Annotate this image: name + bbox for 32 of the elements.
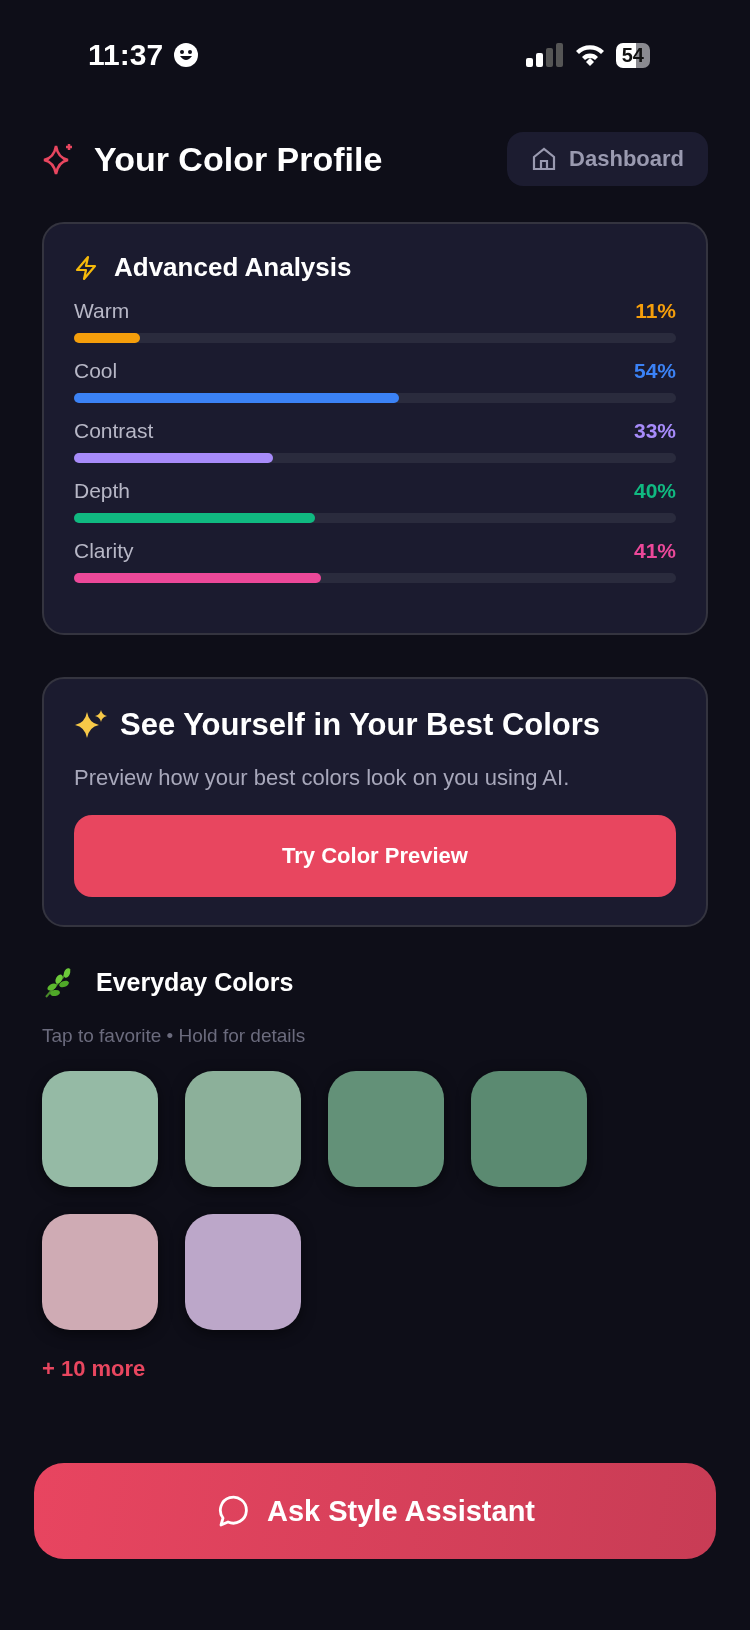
ask-assistant-button[interactable]: Ask Style Assistant: [34, 1463, 716, 1559]
section-hint: Tap to favorite • Hold for details: [42, 1025, 307, 1047]
metric-name: Cool: [74, 359, 118, 383]
home-icon: [531, 146, 558, 172]
color-swatch[interactable]: [185, 1214, 301, 1330]
card-title: Advanced Analysis: [114, 252, 352, 283]
color-swatch[interactable]: [471, 1071, 587, 1187]
metric-value: 41%: [633, 539, 676, 563]
try-preview-button[interactable]: Try Color Preview: [74, 815, 676, 897]
more-colors-link[interactable]: + 10 more: [42, 1356, 708, 1382]
preview-description: Preview how your best colors look on you using AI.: [74, 765, 571, 791]
metric-name: Clarity: [74, 539, 134, 563]
color-swatch[interactable]: [328, 1071, 444, 1187]
signal-icon: [525, 43, 564, 67]
lightning-icon: [74, 254, 98, 281]
metric-value: 11%: [635, 299, 676, 323]
status-time: 11:37: [88, 38, 164, 72]
metric-name: Contrast: [74, 419, 154, 443]
metric-value: 40%: [633, 479, 676, 503]
metric-name: Depth: [74, 479, 131, 503]
color-swatch[interactable]: [42, 1071, 158, 1187]
color-swatch[interactable]: [42, 1214, 158, 1330]
smiley-icon: [173, 42, 200, 68]
metric-value: 54%: [633, 359, 676, 383]
battery-indicator: 54: [615, 42, 650, 68]
section-title: Everyday Colors: [96, 967, 294, 997]
metric-value: 33%: [633, 419, 676, 443]
page-title: Your Color Profile: [94, 139, 383, 179]
dashboard-button[interactable]: Dashboard: [507, 132, 708, 186]
metric-name: Warm: [74, 299, 130, 323]
color-swatch[interactable]: [185, 1071, 301, 1187]
preview-title: See Yourself in Your Best Colors: [120, 707, 601, 743]
